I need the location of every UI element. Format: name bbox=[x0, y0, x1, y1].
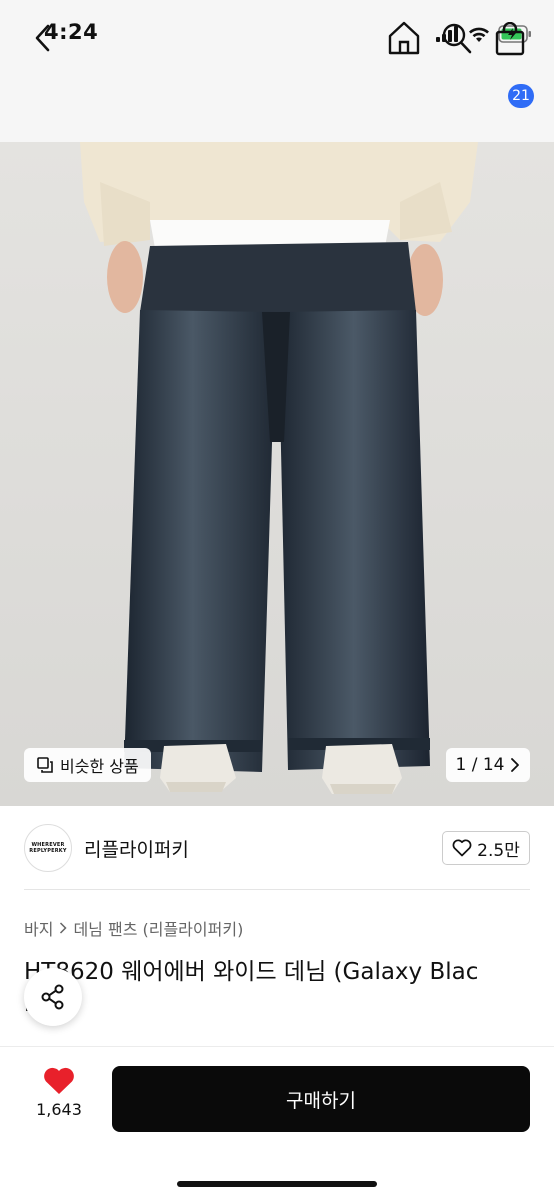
home-icon bbox=[388, 21, 420, 55]
breadcrumb-category[interactable]: 바지 bbox=[24, 916, 53, 940]
cart-button[interactable] bbox=[494, 21, 528, 56]
product-title: HT8620 웨어에버 와이드 데님 (Galaxy Blac bbox=[24, 959, 479, 985]
search-button[interactable] bbox=[440, 20, 474, 56]
brand-logo[interactable]: WHEREVER REPLYPERKY bbox=[24, 824, 72, 872]
nav-bar bbox=[0, 66, 554, 142]
similar-products-button[interactable]: 비슷한 상품 bbox=[24, 748, 151, 782]
search-icon bbox=[442, 23, 472, 54]
cart-count-badge: 21 bbox=[508, 84, 534, 108]
wishlist-count: 1,643 bbox=[36, 1100, 82, 1119]
image-page-text: 1 / 14 bbox=[455, 755, 505, 775]
heart-outline-icon bbox=[452, 839, 472, 857]
wishlist-button[interactable]: 1,643 bbox=[24, 1066, 94, 1130]
chevron-right-icon bbox=[60, 922, 68, 934]
product-photo bbox=[0, 142, 554, 806]
breadcrumb: 바지 데님 팬츠 (리플라이퍼키) bbox=[24, 916, 243, 940]
image-page-indicator[interactable]: 1 / 14 bbox=[446, 748, 530, 782]
breadcrumb-subcategory[interactable]: 데님 팬츠 (리플라이퍼키) bbox=[73, 916, 243, 940]
shopping-bag-icon bbox=[495, 21, 525, 56]
divider bbox=[24, 889, 530, 890]
heart-filled-icon bbox=[44, 1067, 74, 1094]
brand-logo-line2: REPLYPERKY bbox=[29, 848, 67, 854]
brand-name[interactable]: 리플라이퍼키 bbox=[84, 835, 189, 862]
home-indicator bbox=[177, 1181, 377, 1187]
copy-icon bbox=[37, 757, 53, 773]
similar-products-label: 비슷한 상품 bbox=[60, 757, 139, 776]
back-button[interactable] bbox=[26, 20, 60, 56]
home-button[interactable] bbox=[386, 20, 422, 56]
buy-button[interactable]: 구매하기 bbox=[112, 1066, 530, 1132]
brand-like-button[interactable]: 2.5만 bbox=[442, 831, 530, 865]
product-image-carousel[interactable] bbox=[0, 142, 554, 806]
share-button[interactable] bbox=[24, 968, 82, 1026]
chevron-left-icon bbox=[35, 24, 50, 52]
share-icon bbox=[41, 984, 64, 1010]
chevron-right-icon bbox=[511, 758, 520, 772]
brand-like-count: 2.5만 bbox=[477, 840, 520, 861]
